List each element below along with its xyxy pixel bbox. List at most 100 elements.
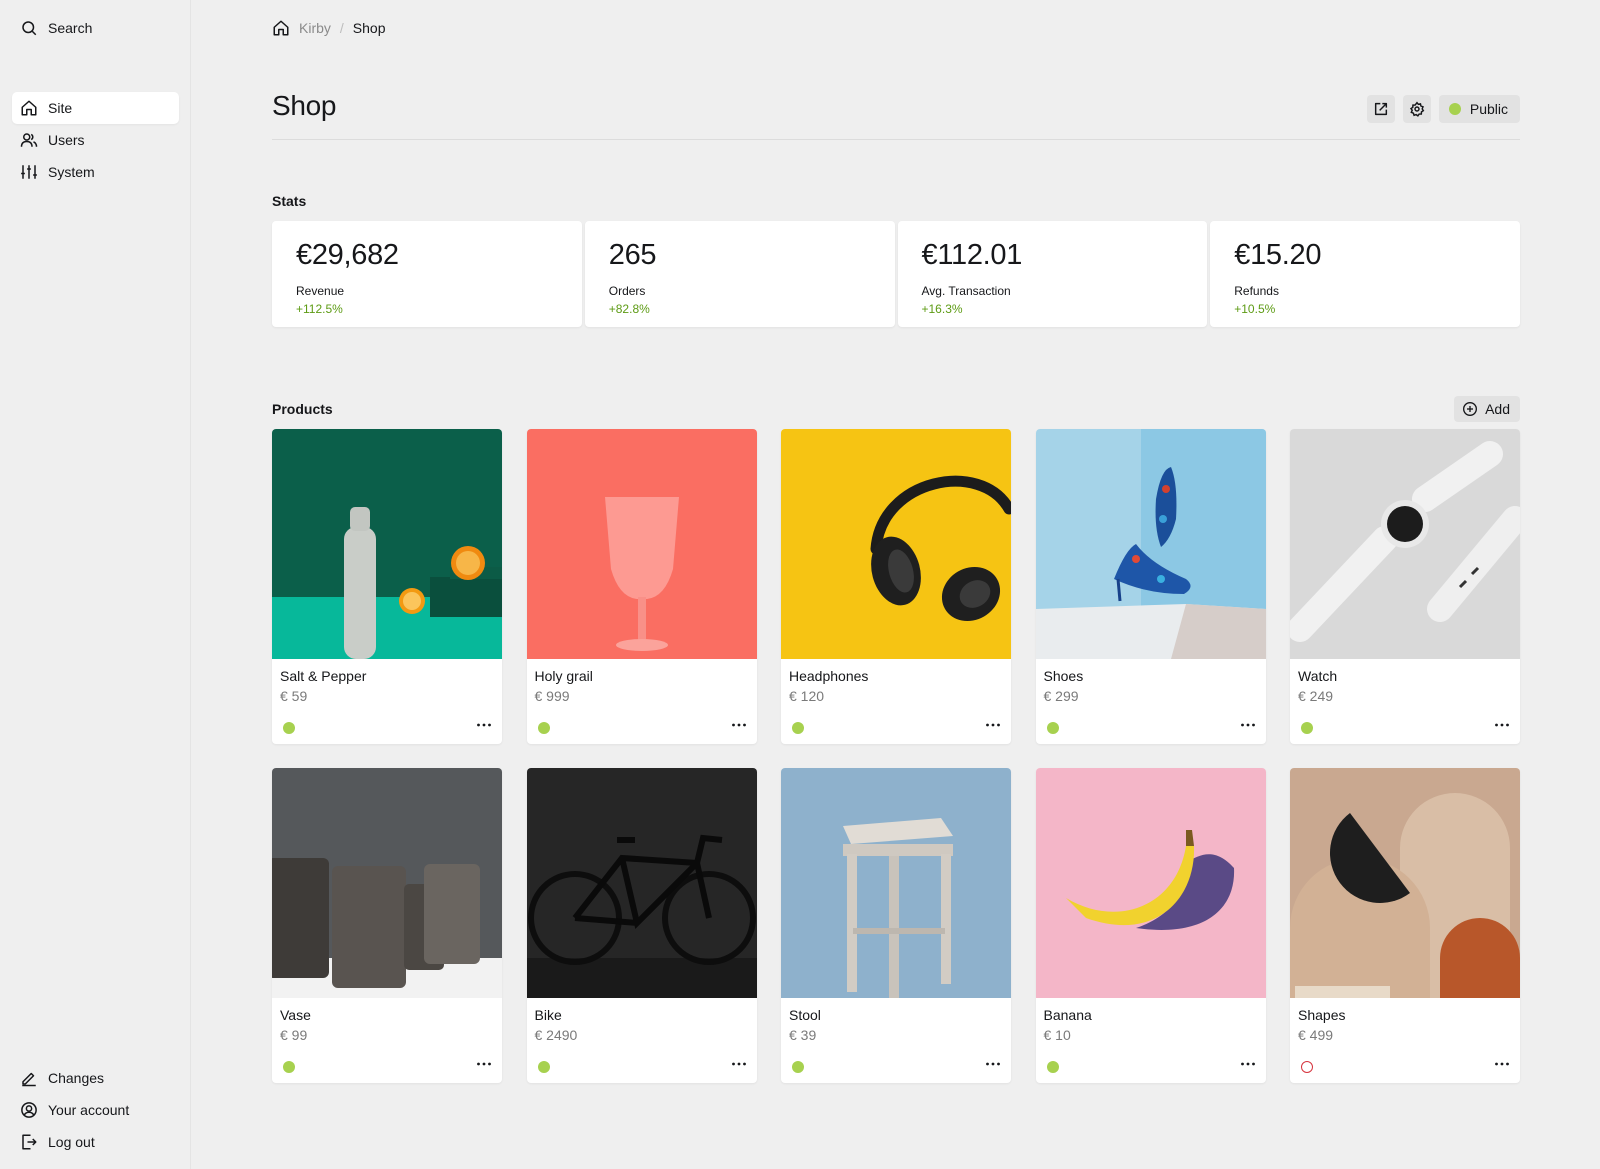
- status-dot[interactable]: [1046, 722, 1059, 734]
- status-dot[interactable]: [1301, 722, 1313, 734]
- status-dot[interactable]: [283, 1061, 295, 1073]
- breadcrumb-root[interactable]: Kirby: [299, 20, 331, 36]
- users-icon: [20, 133, 38, 147]
- product-card[interactable]: Vase € 99: [272, 768, 502, 1083]
- options-button[interactable]: [983, 715, 1003, 735]
- sidebar-item-system[interactable]: System: [12, 156, 179, 188]
- sidebar-item-site[interactable]: Site: [12, 92, 179, 124]
- product-card[interactable]: Banana € 10: [1035, 768, 1266, 1083]
- sidebar-item-label: Your account: [48, 1102, 130, 1118]
- options-button[interactable]: [474, 715, 494, 735]
- options-button[interactable]: [1238, 1054, 1258, 1074]
- options-button[interactable]: [1238, 715, 1258, 735]
- product-price: € 120: [789, 688, 825, 704]
- product-image: [781, 429, 1011, 659]
- dots-icon: [1495, 1062, 1509, 1066]
- dots-icon: [986, 1062, 1000, 1066]
- stat-label: Orders: [608, 284, 646, 298]
- status-dot[interactable]: [1046, 1061, 1059, 1073]
- sidebar-item-logout[interactable]: Log out: [12, 1126, 179, 1158]
- product-image: [1290, 768, 1520, 998]
- stats-label: Stats: [272, 193, 307, 209]
- options-button[interactable]: [1492, 715, 1512, 735]
- header-buttons: Public: [1366, 95, 1520, 123]
- product-image: [526, 768, 757, 998]
- product-card[interactable]: Shapes € 499: [1290, 768, 1520, 1083]
- breadcrumb-separator: /: [339, 20, 344, 36]
- product-price: € 2490: [534, 1027, 578, 1043]
- status-button[interactable]: Public: [1438, 95, 1520, 123]
- product-card[interactable]: Stool € 39: [781, 768, 1011, 1083]
- product-title: Bike: [534, 1007, 562, 1023]
- dots-icon: [1240, 1062, 1255, 1066]
- header-divider: [272, 139, 1520, 140]
- stat-label: Revenue: [296, 284, 345, 298]
- product-card[interactable]: Headphones € 120: [781, 429, 1011, 744]
- search-label: Search: [48, 20, 93, 36]
- sidebar-item-users[interactable]: Users: [12, 124, 179, 156]
- product-price: € 59: [280, 688, 308, 704]
- add-label: Add: [1485, 401, 1510, 417]
- product-title: Shoes: [1043, 668, 1084, 684]
- status-dot: [1448, 103, 1461, 115]
- sidebar-item-account[interactable]: Your account: [12, 1094, 179, 1126]
- dots-icon: [477, 723, 491, 727]
- stat-info: +10.5%: [1234, 302, 1276, 316]
- dots-icon: [731, 1062, 746, 1066]
- sidebar-item-label: Site: [48, 100, 73, 116]
- search-button[interactable]: Search: [12, 12, 179, 44]
- stat-info: +112.5%: [296, 302, 343, 316]
- dots-icon: [477, 1062, 491, 1066]
- options-button[interactable]: [729, 715, 749, 735]
- product-price: € 499: [1298, 1027, 1334, 1043]
- options-button[interactable]: [729, 1054, 749, 1074]
- status-dot[interactable]: [537, 722, 550, 734]
- stat-value: €15.20: [1234, 239, 1322, 271]
- product-image: [1035, 768, 1266, 998]
- product-image: [272, 429, 502, 659]
- settings-button[interactable]: [1402, 95, 1431, 123]
- product-price: € 99: [280, 1027, 308, 1043]
- status-label: Public: [1469, 101, 1508, 117]
- options-button[interactable]: [474, 1054, 494, 1074]
- page-title: Shop: [272, 90, 337, 121]
- stat-info: +16.3%: [921, 302, 963, 316]
- home-icon[interactable]: [272, 19, 290, 37]
- stat-refunds: €15.20 Refunds +10.5%: [1210, 221, 1520, 327]
- product-title: Vase: [280, 1007, 311, 1023]
- sidebar-item-label: Changes: [48, 1070, 105, 1086]
- options-button[interactable]: [983, 1054, 1003, 1074]
- options-button[interactable]: [1492, 1054, 1512, 1074]
- product-title: Watch: [1298, 668, 1338, 684]
- product-card[interactable]: Watch € 249: [1290, 429, 1520, 744]
- stat-label: Refunds: [1234, 284, 1279, 298]
- account-icon: [21, 1102, 37, 1118]
- add-product-button[interactable]: Add: [1454, 396, 1520, 422]
- status-dot[interactable]: [283, 722, 295, 734]
- stat-value: 265: [608, 239, 657, 271]
- breadcrumb-current[interactable]: Shop: [353, 20, 386, 36]
- sidebar-item-label: Users: [48, 132, 85, 148]
- dots-icon: [986, 723, 1000, 727]
- open-button[interactable]: [1366, 95, 1395, 123]
- product-card[interactable]: Salt & Pepper € 59: [272, 429, 502, 744]
- breadcrumb: Kirby / Shop: [272, 18, 386, 38]
- sidebar-item-changes[interactable]: Changes: [12, 1062, 179, 1094]
- product-title: Headphones: [789, 668, 869, 684]
- status-dot[interactable]: [792, 722, 804, 734]
- product-image: [1035, 429, 1266, 659]
- product-title: Stool: [789, 1007, 821, 1023]
- status-dot[interactable]: [792, 1061, 804, 1073]
- stat-value: €29,682: [296, 239, 399, 271]
- sliders-icon: [21, 165, 37, 179]
- sidebar: Search Site Users System Changes Your ac…: [0, 0, 191, 1169]
- status-dot[interactable]: [1301, 1061, 1313, 1073]
- status-dot[interactable]: [537, 1061, 550, 1073]
- product-card[interactable]: Bike € 2490: [526, 768, 757, 1083]
- dots-icon: [731, 723, 746, 727]
- stat-orders: 265 Orders +82.8%: [584, 221, 895, 327]
- product-card[interactable]: Shoes € 299: [1035, 429, 1266, 744]
- product-image: [1290, 429, 1520, 659]
- add-icon: [1463, 402, 1478, 416]
- product-card[interactable]: Holy grail € 999: [526, 429, 757, 744]
